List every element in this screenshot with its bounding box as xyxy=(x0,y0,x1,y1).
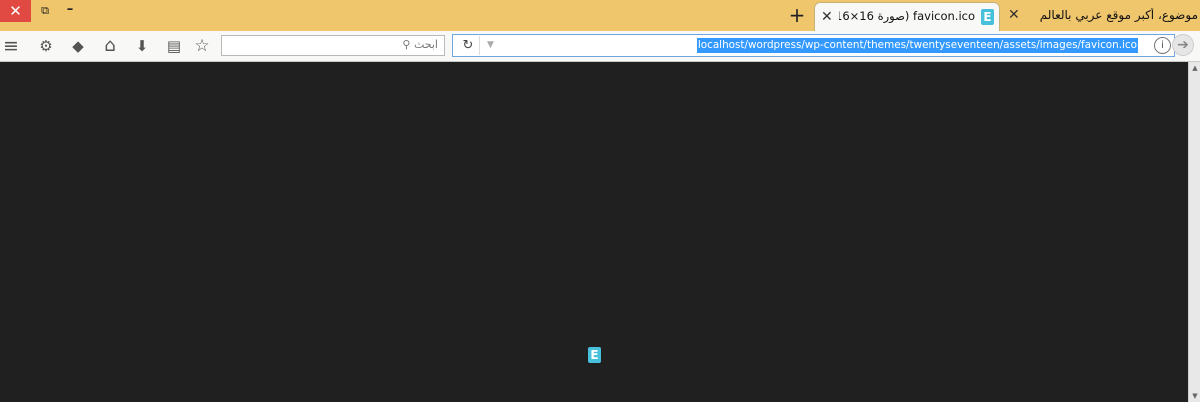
customize-icon[interactable]: ⚙ xyxy=(35,35,57,57)
tab-title: favicon.ico (صورة ICON، 16×16) xyxy=(839,9,975,23)
scroll-up-icon[interactable]: ▲ xyxy=(1191,64,1199,72)
tab-close-icon[interactable]: ✕ xyxy=(821,7,833,27)
vertical-scrollbar[interactable]: ▲ ▼ xyxy=(1188,62,1200,402)
tab-strip: ✕ ⧉ – + ✕ favicon.ico (صورة ICON، 16×16)… xyxy=(0,0,1200,31)
favicon-image-icon: E xyxy=(588,347,601,363)
new-tab-button[interactable]: + xyxy=(786,3,808,27)
search-placeholder: ابحث ⚲ xyxy=(402,38,438,51)
go-arrow-icon[interactable]: ➔ xyxy=(1172,34,1194,56)
tab-favicon[interactable]: ✕ favicon.ico (صورة ICON، 16×16) E xyxy=(814,2,1000,31)
search-icon: ⚲ xyxy=(402,38,411,51)
bookmark-star-icon[interactable]: ☆ xyxy=(191,35,213,57)
url-dropdown-icon[interactable]: ▼ xyxy=(487,37,494,54)
page-info-icon[interactable]: i xyxy=(1154,37,1171,54)
reload-icon[interactable]: ↻ xyxy=(457,36,480,55)
favicon-icon: E xyxy=(981,9,994,25)
url-bar[interactable]: ↻ ▼ localhost/wordpress/wp-content/theme… xyxy=(452,34,1175,57)
window-close-button[interactable]: ✕ xyxy=(0,0,31,22)
download-icon[interactable]: ⬇ xyxy=(131,35,153,57)
library-icon[interactable]: ▤ xyxy=(163,35,185,57)
search-input[interactable]: ابحث ⚲ xyxy=(221,35,445,56)
pocket-icon[interactable]: ◆ xyxy=(67,35,89,57)
navigation-toolbar: ≡ ⚙ ◆ ⌂ ⬇ ▤ ☆ ابحث ⚲ ↻ ▼ localhost/wordp… xyxy=(0,31,1200,62)
menu-icon[interactable]: ≡ xyxy=(0,35,22,57)
window-restore-button[interactable]: ⧉ xyxy=(33,0,57,22)
window-minimize-button[interactable]: – xyxy=(60,0,80,22)
scroll-down-icon[interactable]: ▼ xyxy=(1191,392,1199,400)
tab-title: موضوع، أكبر موقع عربي بالعالم xyxy=(1039,8,1198,22)
url-text[interactable]: localhost/wordpress/wp-content/themes/tw… xyxy=(696,38,1138,53)
tab-mawdoo3[interactable]: ✕ موضوع، أكبر موقع عربي بالعالم xyxy=(1004,2,1200,31)
tab-close-icon[interactable]: ✕ xyxy=(1008,7,1020,23)
home-icon[interactable]: ⌂ xyxy=(99,35,121,57)
